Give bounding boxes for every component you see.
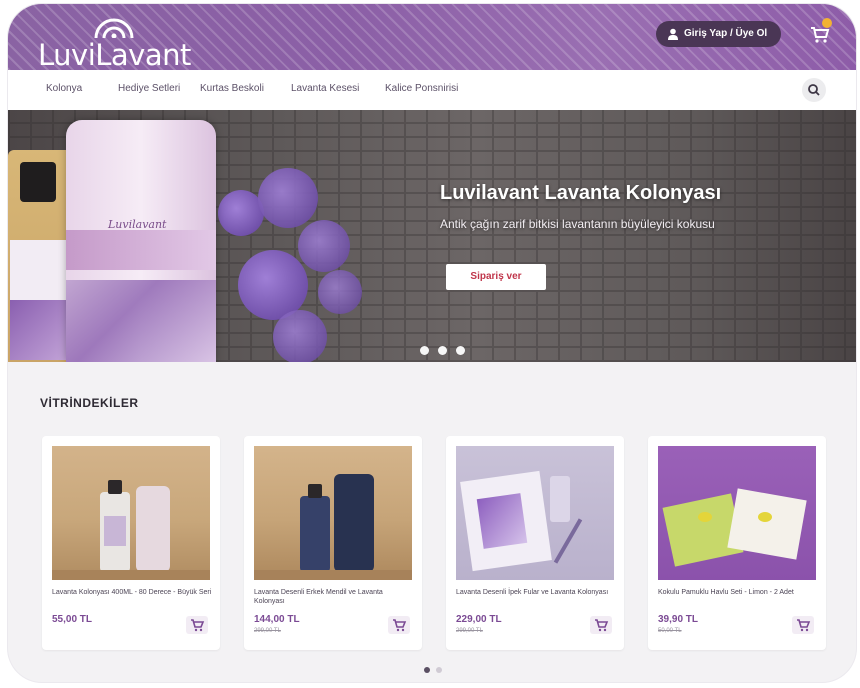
hero-slide-dot-2[interactable] [438, 346, 447, 355]
showcase-page-dot-1[interactable] [424, 667, 430, 673]
hero-title: Luvilavant Lavanta Kolonyası [440, 182, 722, 204]
gift-tube-band [66, 230, 216, 270]
lavender-flower [298, 220, 350, 272]
hero-subtitle: Antik çağın zarif bitkisi lavantanın büy… [440, 217, 715, 231]
tube-brand-text: Luvilavant [108, 218, 167, 231]
nav-item-lavanta-kesesi[interactable]: Lavanta Kesesi [291, 83, 359, 94]
showcase-title: VİTRİNDEKİLER [40, 396, 139, 410]
product-image [254, 446, 412, 580]
bottle-cap [20, 162, 56, 202]
order-button[interactable]: Sipariş ver [446, 264, 546, 290]
product-price: 144,00 TL [254, 614, 300, 625]
product-price: 39,90 TL [658, 614, 699, 625]
product-old-price: 299,00 TL [456, 628, 483, 634]
hero-slide-dot-3[interactable] [456, 346, 465, 355]
add-to-cart-button[interactable] [186, 616, 208, 634]
cart-icon [393, 619, 407, 632]
product-old-price: 50,00 TL [658, 628, 682, 634]
product-card[interactable]: Lavanta Kolonyası 400ML - 80 Derece - Bü… [42, 436, 220, 650]
tube-lavender-print [66, 280, 216, 362]
main-nav: Kolonya Hediye Setleri Kurtas Beskoli La… [8, 70, 856, 110]
product-name[interactable]: Lavanta Desenli Erkek Mendil ve Lavanta … [254, 588, 414, 606]
login-register-button[interactable]: Giriş Yap / Üye Ol [656, 21, 782, 47]
lavender-flower [318, 270, 362, 314]
cart-icon [797, 619, 811, 632]
product-price: 55,00 TL [52, 614, 93, 625]
product-card[interactable]: Lavanta Desenli Erkek Mendil ve Lavanta … [244, 436, 422, 650]
nav-item-kalice-ponsnirisi[interactable]: Kalice Ponsnirisi [385, 83, 458, 94]
showcase-page-dot-2[interactable] [436, 667, 442, 673]
page-frame: LuviLavant Giriş Yap / Üye Ol Kolonya He… [8, 4, 856, 682]
nav-item-kolonya[interactable]: Kolonya [46, 83, 82, 94]
product-name[interactable]: Lavanta Desenli İpek Fular ve Lavanta Ko… [456, 588, 616, 597]
product-price: 229,00 TL [456, 614, 502, 625]
hero-slide-dot-1[interactable] [420, 346, 429, 355]
add-to-cart-button[interactable] [388, 616, 410, 634]
product-name[interactable]: Lavanta Kolonyası 400ML - 80 Derece - Bü… [52, 588, 212, 597]
product-old-price: 299,00 TL [254, 628, 281, 634]
product-name[interactable]: Kokulu Pamuklu Havlu Seti - Limon - 2 Ad… [658, 588, 818, 597]
product-card[interactable]: Lavanta Desenli İpek Fular ve Lavanta Ko… [446, 436, 624, 650]
product-image [456, 446, 614, 580]
product-image [52, 446, 210, 580]
logo-arc-icon [94, 18, 134, 38]
cart-badge [822, 18, 832, 28]
product-image [658, 446, 816, 580]
hero-banner: Luvilavant Luvilavant Lavanta Kolonyası … [8, 110, 856, 362]
site-header: LuviLavant Giriş Yap / Üye Ol [8, 4, 856, 72]
cart-icon [595, 619, 609, 632]
add-to-cart-button[interactable] [792, 616, 814, 634]
lavender-flower [273, 310, 327, 362]
cart-icon [191, 619, 205, 632]
nav-item-kurtas-beskoli[interactable]: Kurtas Beskoli [200, 83, 264, 94]
search-icon [808, 84, 820, 96]
search-button[interactable] [802, 78, 826, 102]
lavender-flower [258, 168, 318, 228]
add-to-cart-button[interactable] [590, 616, 612, 634]
nav-item-hediye-setleri[interactable]: Hediye Setleri [118, 83, 180, 94]
cart-button[interactable] [808, 18, 832, 46]
product-card[interactable]: Kokulu Pamuklu Havlu Seti - Limon - 2 Ad… [648, 436, 826, 650]
logo-text: LuviLavant [38, 38, 191, 72]
user-icon [668, 28, 678, 40]
login-register-label: Giriş Yap / Üye Ol [684, 28, 768, 39]
